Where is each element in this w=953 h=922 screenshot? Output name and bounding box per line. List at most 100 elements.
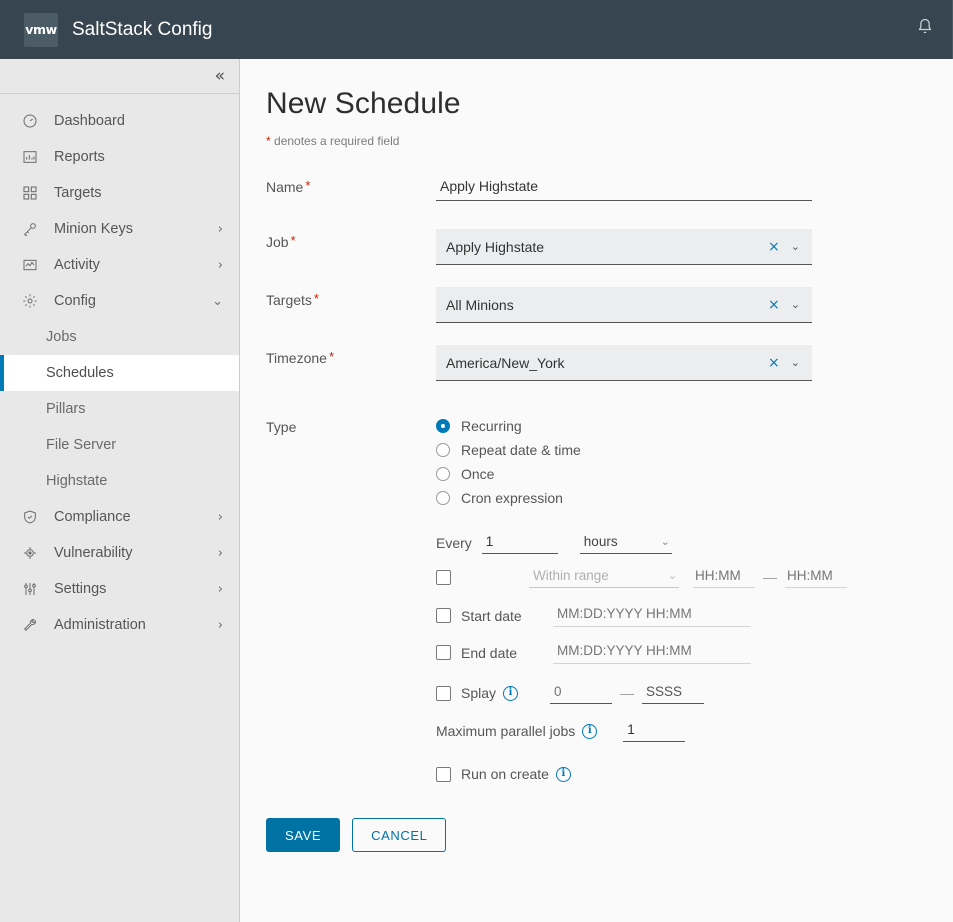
splay-checkbox[interactable] (436, 686, 451, 701)
start-date-row: Start date (436, 604, 923, 627)
chevron-down-icon: ⌄ (661, 535, 670, 548)
form-row-type: Type Recurring Repeat date & time Once (266, 414, 923, 510)
notifications-button[interactable] (897, 0, 953, 59)
clear-icon[interactable]: × (759, 356, 789, 370)
gear-icon (22, 293, 44, 309)
recurring-options: Every hours ⌄ Within range ⌄ — (436, 532, 923, 782)
vmware-logo: vmw (24, 13, 58, 47)
spacer (266, 323, 923, 345)
sidebar-item-vulnerability[interactable]: Vulnerability › (0, 535, 239, 571)
sidebar-item-label: Pillars (46, 401, 85, 417)
max-parallel-jobs-input[interactable] (623, 720, 685, 742)
max-parallel-jobs-label: Maximum parallel jobs (436, 723, 575, 739)
chevron-down-icon[interactable]: ⌄ (789, 356, 804, 369)
sidebar-item-minion-keys[interactable]: Minion Keys › (0, 211, 239, 247)
activity-icon (22, 257, 44, 273)
name-input[interactable] (436, 174, 812, 201)
sidebar-item-settings[interactable]: Settings › (0, 571, 239, 607)
sidebar-item-compliance[interactable]: Compliance › (0, 499, 239, 535)
sidebar-item-jobs[interactable]: Jobs (0, 319, 239, 355)
required-asterisk: * (291, 233, 296, 248)
sidebar: « Dashboard Reports (0, 59, 240, 922)
range-end-time-input[interactable] (785, 566, 847, 588)
chevron-right-icon: › (218, 222, 223, 237)
sidebar-item-reports[interactable]: Reports (0, 139, 239, 175)
form-row-timezone: Timezone* America/New_York × ⌄ (266, 345, 923, 381)
required-asterisk: * (305, 178, 310, 193)
chevron-down-icon[interactable]: ⌄ (789, 240, 804, 253)
sidebar-item-schedules[interactable]: Schedules (0, 355, 239, 391)
start-date-checkbox[interactable] (436, 608, 451, 623)
clear-icon[interactable]: × (759, 240, 789, 254)
splay-max-input[interactable] (642, 682, 704, 704)
sidebar-collapse-button[interactable]: « (0, 59, 239, 94)
sidebar-item-file-server[interactable]: File Server (0, 427, 239, 463)
run-on-create-row: Run on create i (436, 766, 923, 782)
job-label: Job* (266, 229, 436, 250)
spacer (266, 265, 923, 287)
radio-recurring[interactable]: Recurring (436, 414, 923, 438)
required-asterisk: * (266, 134, 271, 148)
radio-label: Cron expression (461, 490, 563, 506)
sidebar-item-pillars[interactable]: Pillars (0, 391, 239, 427)
chevron-right-icon: › (218, 546, 223, 561)
radio-indicator (436, 419, 450, 433)
sidebar-item-config[interactable]: Config ⌄ (0, 283, 239, 319)
sliders-icon (22, 581, 44, 597)
within-range-row: Within range ⌄ — (436, 566, 923, 588)
sidebar-item-activity[interactable]: Activity › (0, 247, 239, 283)
sidebar-item-highstate[interactable]: Highstate (0, 463, 239, 499)
radio-label: Once (461, 466, 494, 482)
range-start-time-input[interactable] (693, 566, 755, 588)
radio-cron-expression[interactable]: Cron expression (436, 486, 923, 510)
info-icon[interactable]: i (503, 686, 518, 701)
splay-label: Splay (461, 685, 496, 701)
sidebar-item-administration[interactable]: Administration › (0, 607, 239, 643)
sidebar-item-targets[interactable]: Targets (0, 175, 239, 211)
end-date-row: End date (436, 641, 923, 664)
splay-min-input[interactable] (550, 682, 612, 704)
within-range-select[interactable]: Within range ⌄ (529, 566, 679, 588)
within-range-checkbox[interactable] (436, 570, 451, 585)
cancel-button[interactable]: CANCEL (352, 818, 446, 852)
info-icon[interactable]: i (582, 724, 597, 739)
info-icon[interactable]: i (556, 767, 571, 782)
end-date-input[interactable] (553, 641, 751, 664)
app-header: vmw SaltStack Config (0, 0, 953, 59)
targets-label: Targets* (266, 287, 436, 308)
within-range-placeholder: Within range (533, 568, 654, 583)
radio-once[interactable]: Once (436, 462, 923, 486)
chevron-right-icon: › (218, 258, 223, 273)
chevron-right-icon: › (218, 582, 223, 597)
job-selected-value: Apply Highstate (446, 239, 759, 255)
timezone-select[interactable]: America/New_York × ⌄ (436, 345, 812, 381)
sidebar-item-dashboard[interactable]: Dashboard (0, 103, 239, 139)
start-date-input[interactable] (553, 604, 751, 627)
form-actions: SAVE CANCEL (266, 818, 923, 852)
app-title: SaltStack Config (72, 19, 212, 41)
chevron-right-icon: › (218, 510, 223, 525)
max-parallel-jobs-row: Maximum parallel jobs i (436, 720, 923, 742)
targets-select[interactable]: All Minions × ⌄ (436, 287, 812, 323)
sidebar-nav: Dashboard Reports Targets (0, 94, 239, 643)
name-label: Name* (266, 174, 436, 195)
page-title: New Schedule (266, 87, 923, 121)
range-dash: — (763, 569, 777, 585)
every-unit-select[interactable]: hours ⌄ (580, 532, 672, 554)
save-button[interactable]: SAVE (266, 818, 340, 852)
every-value-input[interactable] (482, 532, 558, 554)
sidebar-item-label: Reports (54, 149, 223, 165)
sidebar-item-label: Config (54, 293, 212, 309)
sidebar-item-label: Administration (54, 617, 218, 633)
radio-repeat-date-time[interactable]: Repeat date & time (436, 438, 923, 462)
key-icon (22, 221, 44, 237)
end-date-checkbox[interactable] (436, 645, 451, 660)
splay-dash: — (620, 685, 634, 701)
timezone-selected-value: America/New_York (446, 355, 759, 371)
start-date-label: Start date (461, 608, 553, 624)
chevron-down-icon[interactable]: ⌄ (789, 298, 804, 311)
clear-icon[interactable]: × (759, 298, 789, 312)
job-select[interactable]: Apply Highstate × ⌄ (436, 229, 812, 265)
chevron-down-icon: ⌄ (668, 569, 677, 582)
run-on-create-checkbox[interactable] (436, 767, 451, 782)
